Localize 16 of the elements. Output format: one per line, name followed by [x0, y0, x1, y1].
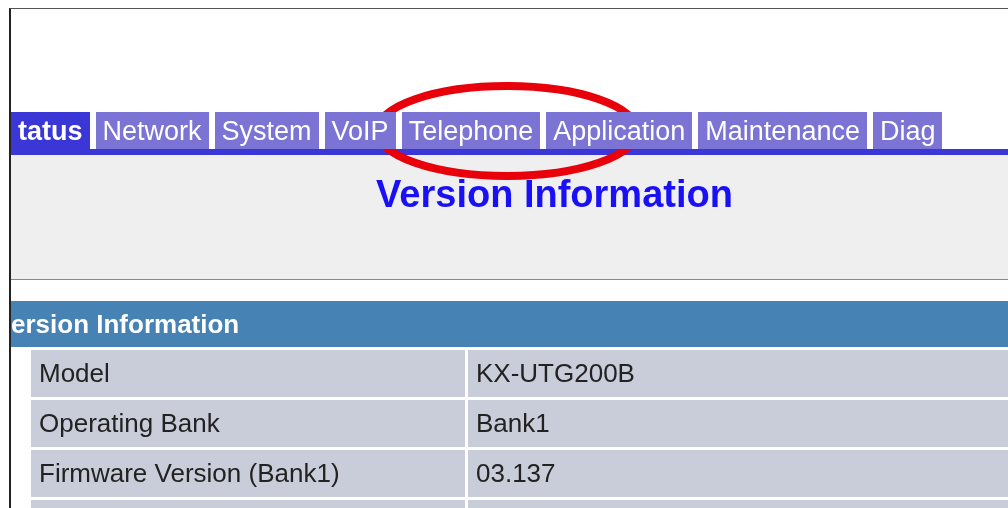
page-title: Version Information	[376, 173, 733, 217]
table-cell: Bank1	[468, 400, 1008, 447]
nav-tab[interactable]: System	[214, 112, 319, 149]
nav-tab[interactable]: Telephone	[401, 112, 541, 149]
table-cell: Model	[31, 350, 465, 397]
table-cell: Firmware Version (Bank1)	[31, 450, 465, 497]
nav-tab[interactable]: VoIP	[324, 112, 396, 149]
nav-tab[interactable]: Diag	[872, 112, 943, 149]
nav-tab[interactable]: Maintenance	[698, 112, 867, 149]
table-cell: 03.137	[468, 450, 1008, 497]
section-header: ersion Information	[11, 301, 1008, 347]
nav-tab[interactable]: Application	[546, 112, 693, 149]
nav-tab[interactable]: tatus	[11, 112, 90, 149]
table-cell: KX-UTG200B	[468, 350, 1008, 397]
nav-tab[interactable]: Network	[95, 112, 209, 149]
table-cell: Operating Bank	[31, 400, 465, 447]
